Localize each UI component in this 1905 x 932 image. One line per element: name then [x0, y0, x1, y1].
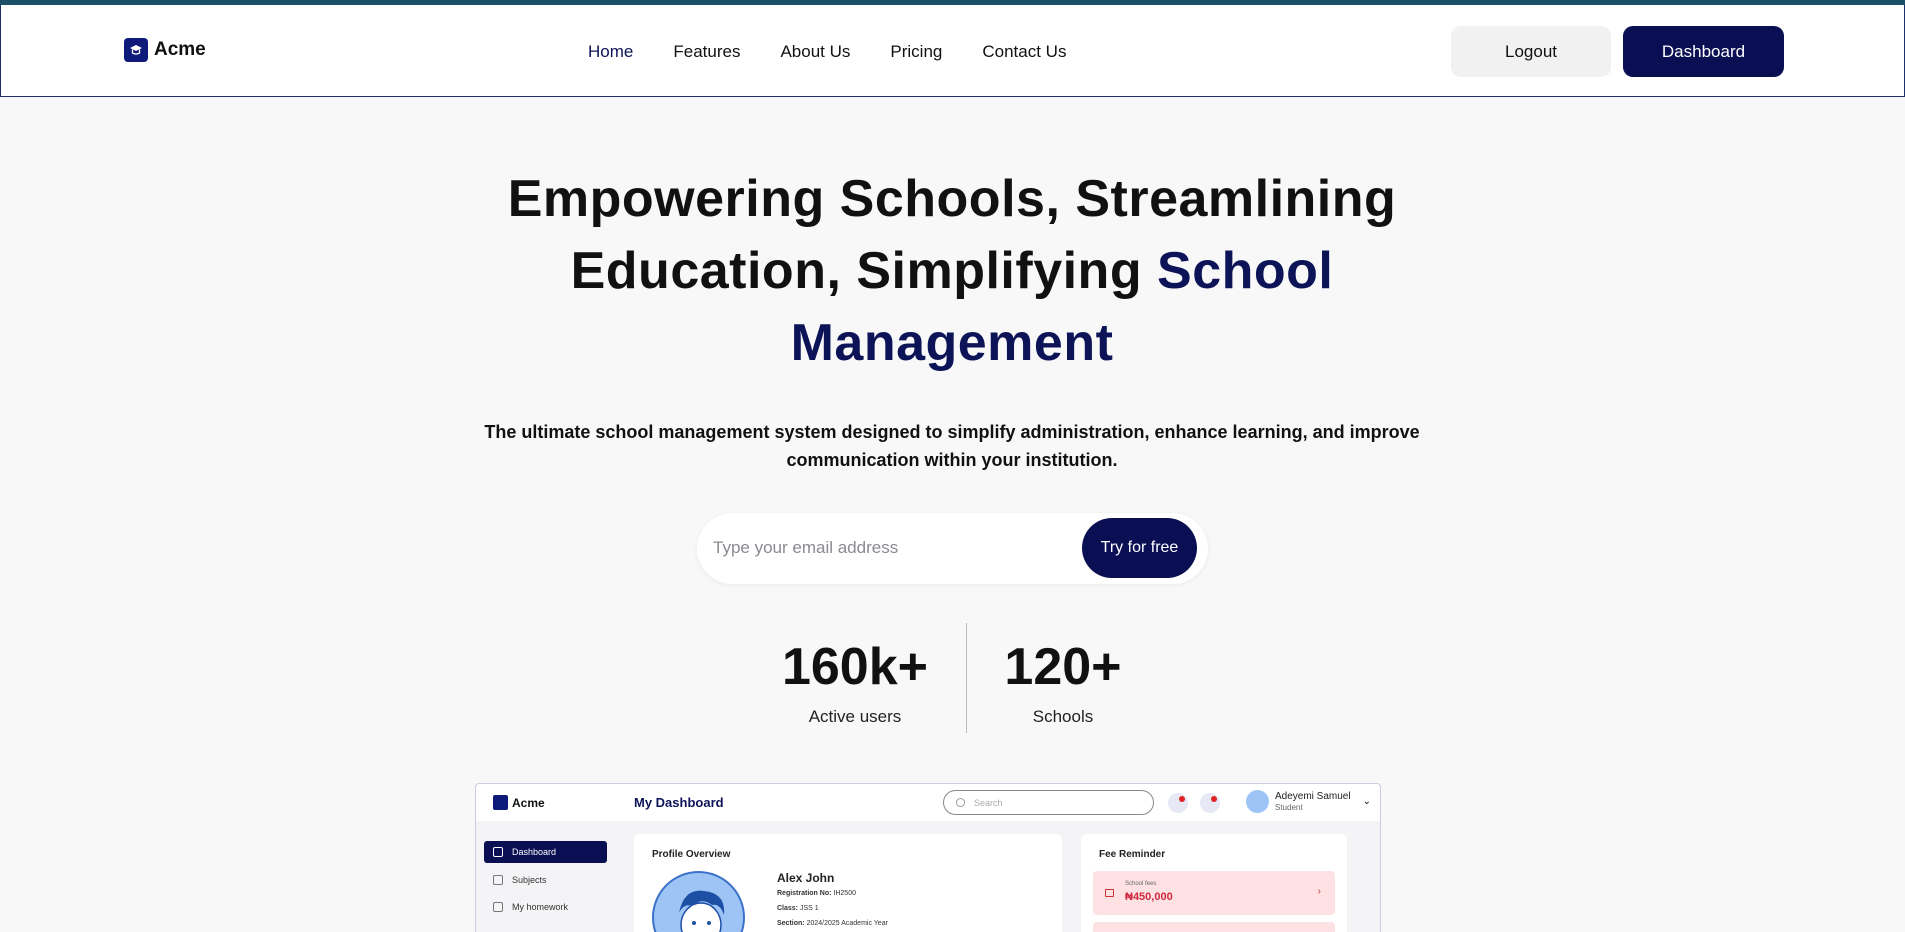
graduation-cap-icon: [124, 38, 148, 62]
nav-link-features[interactable]: Features: [673, 42, 740, 62]
fee-item-amount: ₦450,000: [1125, 891, 1173, 903]
hero-subtitle: The ultimate school management system de…: [484, 422, 1420, 470]
sidebar-item-label: Subjects: [512, 875, 547, 885]
preview-search-input: Search: [943, 790, 1154, 815]
preview-user-info: Adeyemi Samuel Student: [1275, 791, 1351, 813]
sidebar-item-label: My homework: [512, 902, 569, 912]
stat-schools: 120+ Schools: [980, 637, 1146, 727]
book-icon: [493, 875, 503, 885]
section-value: 2024/2025 Academic Year: [806, 920, 888, 927]
chevron-right-icon: ›: [1317, 886, 1321, 897]
clipboard-icon: [493, 902, 503, 912]
preview-main-area: Profile Overview Alex John Registration …: [616, 821, 1380, 932]
chevron-down-icon: ⌄: [1362, 796, 1371, 807]
preview-sidebar: Dashboard Subjects My homework: [476, 821, 616, 932]
preview-fee-reminder-card: Fee Reminder School fees ₦450,000 ›: [1081, 834, 1347, 932]
hero-headline: Empowering Schools, Streamlining Educati…: [452, 163, 1452, 379]
student-section: Section: 2024/2025 Academic Year: [777, 920, 888, 927]
main-nav: Home Features About Us Pricing Contact U…: [588, 42, 1066, 62]
preview-profile-card: Profile Overview Alex John Registration …: [634, 834, 1062, 932]
student-name: Alex John: [777, 871, 835, 885]
stat-value: 120+: [1004, 638, 1122, 696]
logout-button[interactable]: Logout: [1451, 26, 1611, 77]
registration-value: IH2500: [833, 890, 856, 897]
fee-item-label: School fees: [1125, 881, 1157, 887]
profile-card-heading: Profile Overview: [652, 849, 731, 860]
student-class: Class: JSS 1: [777, 905, 819, 912]
preview-page-title: My Dashboard: [634, 795, 724, 810]
preview-user-name: Adeyemi Samuel: [1275, 790, 1351, 802]
email-input[interactable]: [713, 533, 1053, 563]
dashboard-button[interactable]: Dashboard: [1623, 26, 1784, 77]
email-signup-form: Try for free: [697, 513, 1208, 584]
message-icon: [1200, 793, 1220, 813]
preview-search-placeholder: Search: [974, 797, 1003, 808]
stat-value: 160k+: [781, 638, 929, 696]
sidebar-item-label: Dashboard: [512, 847, 557, 857]
registration-label: Registration No:: [777, 890, 832, 897]
fee-reminder-item: [1093, 922, 1335, 932]
dashboard-preview: Acme My Dashboard Search Adeyemi Samuel …: [475, 783, 1381, 932]
avatar: [1246, 790, 1269, 813]
student-illustration: [679, 890, 725, 932]
search-icon: [956, 798, 965, 807]
stat-active-users: 160k+ Active users: [770, 637, 940, 727]
preview-user-role: Student: [1275, 802, 1303, 812]
hero-title-highlight-school: School: [1157, 242, 1334, 300]
preview-sidebar-item-dashboard: Dashboard: [484, 841, 607, 863]
preview-brand-logo: Acme: [493, 795, 545, 810]
brand-name: Acme: [154, 39, 206, 60]
nav-link-contact-us[interactable]: Contact Us: [982, 42, 1066, 62]
section-label: Section:: [777, 920, 805, 927]
grid-icon: [493, 847, 503, 857]
nav-link-home[interactable]: Home: [588, 42, 633, 62]
class-value: JSS 1: [799, 905, 819, 912]
class-label: Class:: [777, 905, 799, 912]
graduation-cap-icon: [493, 795, 508, 810]
hero-title-line1: Empowering Schools, Streamlining: [507, 170, 1397, 228]
nav-link-pricing[interactable]: Pricing: [890, 42, 942, 62]
notification-bell-icon: [1168, 793, 1188, 813]
preview-brand-name: Acme: [512, 795, 545, 810]
stats-divider: [966, 623, 967, 733]
preview-sidebar-item-subjects: Subjects: [484, 869, 607, 891]
fee-reminder-heading: Fee Reminder: [1099, 849, 1166, 860]
hero-title-highlight-management: Management: [790, 314, 1114, 372]
preview-sidebar-item-homework: My homework: [484, 896, 607, 918]
stat-label: Active users: [808, 707, 902, 726]
hero-title-line2: Education, Simplifying: [570, 242, 1158, 300]
brand-logo[interactable]: Acme: [124, 38, 206, 62]
top-navbar: Acme Home Features About Us Pricing Cont…: [0, 5, 1905, 97]
nav-link-about-us[interactable]: About Us: [780, 42, 850, 62]
stat-label: Schools: [1032, 707, 1094, 726]
registration-number: Registration No: IH2500: [777, 890, 856, 897]
preview-user-menu: Adeyemi Samuel Student ⌄: [1246, 790, 1371, 813]
fee-reminder-item: School fees ₦450,000 ›: [1093, 871, 1335, 915]
wallet-icon: [1105, 889, 1114, 897]
try-for-free-button[interactable]: Try for free: [1082, 518, 1197, 578]
student-avatar: [652, 871, 745, 932]
